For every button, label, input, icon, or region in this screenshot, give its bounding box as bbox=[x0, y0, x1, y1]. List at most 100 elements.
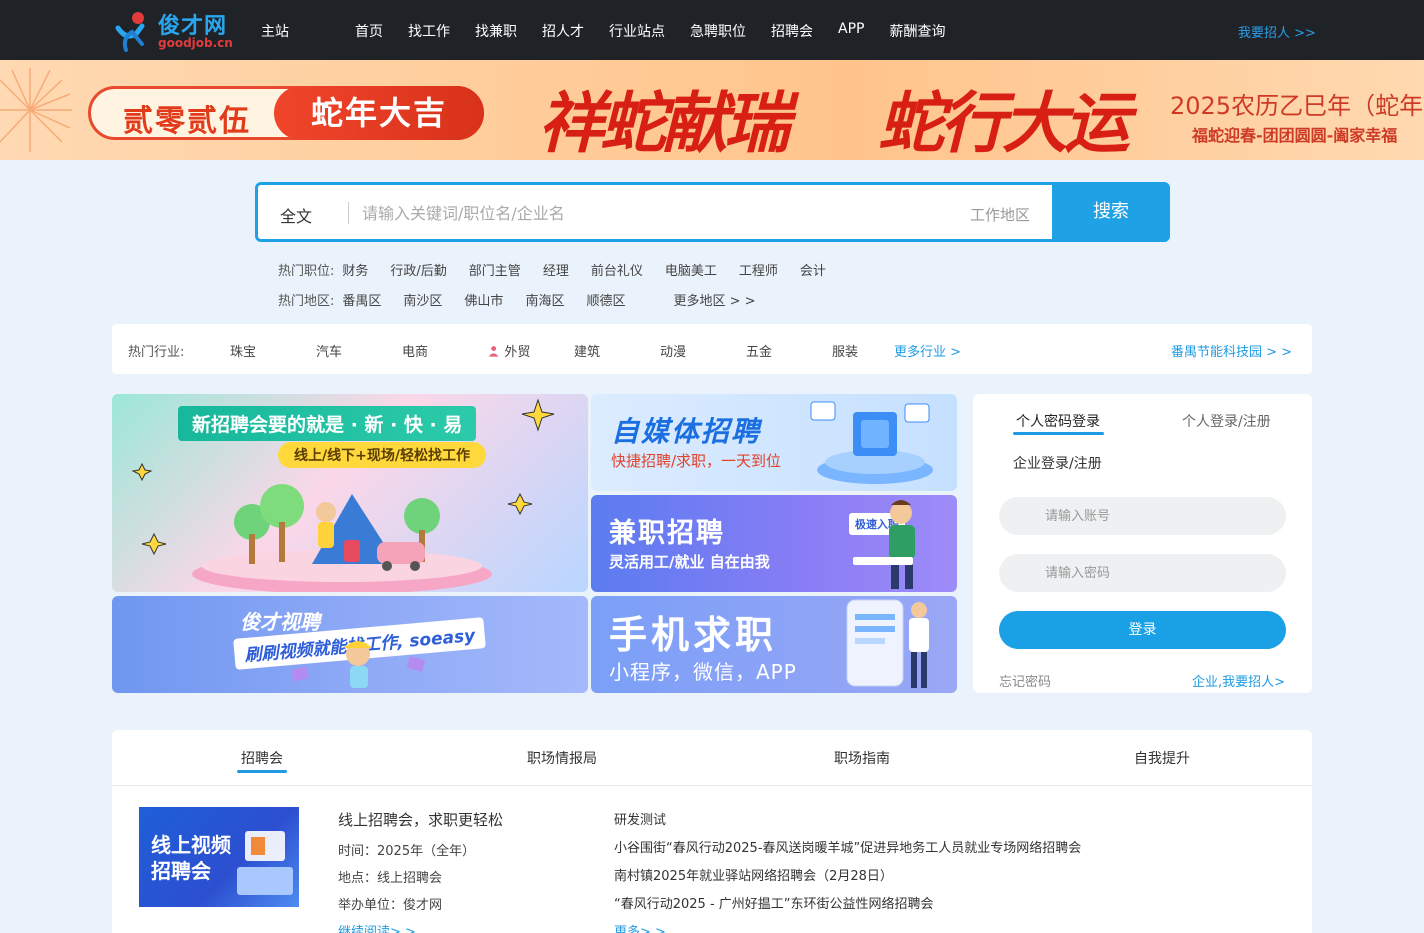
nav-industry-sites[interactable]: 行业站点 bbox=[609, 21, 665, 41]
nav-app[interactable]: APP bbox=[838, 21, 864, 41]
industry-link-label: 外贸 bbox=[504, 345, 531, 360]
job-fair-thumbnail[interactable]: 线上视频 招聘会 bbox=[139, 807, 299, 907]
calligraphy-greeting-1: 祥蛇献瑞 bbox=[538, 84, 790, 160]
job-fair-host: 举办单位：俊才网 bbox=[338, 898, 443, 913]
promo-tile-video-recruit[interactable]: 俊才视聘 刷刷视频就能找工作, soeasy bbox=[112, 596, 588, 693]
hot-job-link[interactable]: 工程师 bbox=[739, 260, 778, 279]
main-site-switch[interactable]: 主站 bbox=[261, 21, 289, 41]
nav-part-time[interactable]: 找兼职 bbox=[475, 21, 517, 41]
tile-subtitle: 快捷招聘/求职，一天到位 bbox=[611, 452, 782, 470]
hot-job-link[interactable]: 经理 bbox=[543, 260, 569, 279]
tab-workplace-intel[interactable]: 职场情报局 bbox=[527, 748, 597, 768]
tab-personal-login[interactable]: 个人登录/注册 bbox=[1182, 411, 1271, 431]
hot-area-link[interactable]: 番禺区 bbox=[342, 290, 381, 309]
top-navbar: 俊才网 goodjob.cn 主站 首页 找工作 找兼职 招人才 行业站点 急聘… bbox=[0, 0, 1424, 60]
tile-subtitle: 灵活用工/就业 自在由我 bbox=[609, 553, 770, 571]
industry-link[interactable]: 汽车 bbox=[316, 341, 402, 360]
read-more-link[interactable]: 继续阅读> > bbox=[338, 921, 503, 933]
news-panel: 招聘会 职场情报局 职场指南 自我提升 线上视频 招聘会 线上招聘会，求职更轻松… bbox=[112, 730, 1312, 933]
pill-greeting: 蛇年大吉 bbox=[274, 86, 484, 140]
company-recruit-link[interactable]: 企业,我要招人> bbox=[1192, 671, 1285, 690]
promo-tile-part-time[interactable]: 兼职招聘 灵活用工/就业 自在由我 极速入职 bbox=[591, 495, 957, 592]
industry-link[interactable]: 珠宝 bbox=[230, 341, 316, 360]
industry-link-foreign-trade[interactable]: 外贸 bbox=[488, 341, 574, 360]
login-button[interactable]: 登录 bbox=[999, 611, 1286, 649]
hot-jobs-label: 热门职位: bbox=[278, 264, 335, 279]
account-input[interactable] bbox=[999, 497, 1286, 535]
nav-find-job[interactable]: 找工作 bbox=[408, 21, 450, 41]
job-fair-place: 地点：线上招聘会 bbox=[338, 871, 443, 886]
search-type-select[interactable]: 全文 bbox=[280, 203, 312, 227]
main-nav: 首页 找工作 找兼职 招人才 行业站点 急聘职位 招聘会 APP 薪酬查询 bbox=[355, 21, 970, 41]
phone-illustration-icon bbox=[846, 599, 929, 688]
job-fair-time: 时间：2025年（全年） bbox=[338, 844, 476, 859]
job-fair-list-item[interactable]: 南村镇2025年就业驿站网络招聘会（2月28日） bbox=[614, 865, 1081, 884]
industry-link[interactable]: 五金 bbox=[746, 341, 832, 360]
active-tab-underline bbox=[237, 770, 287, 773]
password-input[interactable] bbox=[999, 554, 1286, 592]
tab-company-login[interactable]: 企业登录/注册 bbox=[1013, 453, 1102, 473]
worker-illustration-icon bbox=[853, 500, 915, 589]
promo-tile-job-fair[interactable]: 新招聘会要的就是 · 新 · 快 · 易 线上/线下+现场/轻松找工作 bbox=[112, 394, 588, 592]
industry-list: 珠宝 汽车 电商 外贸 建筑 动漫 五金 服装 bbox=[230, 341, 918, 360]
tile-title: 手机求职 bbox=[609, 613, 778, 657]
industry-link[interactable]: 建筑 bbox=[574, 341, 660, 360]
hot-area-link[interactable]: 顺德区 bbox=[586, 290, 625, 309]
logo-runner-icon bbox=[115, 12, 145, 52]
job-fair-list-item[interactable]: 小谷围街“春风行动2025-春风送岗暖羊城”促进异地务工人员就业专场网络招聘会 bbox=[614, 837, 1081, 856]
more-job-fairs-link[interactable]: 更多> > bbox=[614, 921, 1081, 933]
calligraphy-greeting-2: 蛇行大运 bbox=[878, 84, 1130, 160]
job-fair-list-item[interactable]: “春风行动2025 - 广州好揾工”东环街公益性网络招聘会 bbox=[614, 893, 1081, 912]
search-box: 全文 工作地区 搜索 bbox=[255, 182, 1170, 242]
promo-tile-media-recruit[interactable]: 自媒体招聘 快捷招聘/求职，一天到位 bbox=[591, 394, 957, 491]
nav-job-fair[interactable]: 招聘会 bbox=[771, 21, 813, 41]
new-year-banner[interactable]: 贰零贰伍 蛇年大吉 祥蛇献瑞 蛇行大运 2025农历乙巳年（蛇年） 福蛇迎春-团… bbox=[0, 60, 1424, 160]
more-industries-link[interactable]: 更多行业 > bbox=[894, 341, 961, 360]
hot-job-link[interactable]: 电脑美工 bbox=[665, 260, 717, 279]
search-input[interactable] bbox=[362, 197, 942, 229]
banner-year-text: 2025农历乙巳年（蛇年） bbox=[1170, 92, 1424, 120]
industry-link[interactable]: 电商 bbox=[402, 341, 488, 360]
nav-home[interactable]: 首页 bbox=[355, 21, 383, 41]
tab-workplace-guide[interactable]: 职场指南 bbox=[834, 748, 890, 768]
hot-areas: 热门地区: 番禺区 南沙区 佛山市 南海区 顺德区 更多地区 > > bbox=[278, 290, 778, 309]
industry-link[interactable]: 动漫 bbox=[660, 341, 746, 360]
more-areas-link[interactable]: 更多地区 > > bbox=[673, 290, 755, 309]
screens-illustration-icon bbox=[237, 831, 293, 895]
hot-job-link[interactable]: 会计 bbox=[800, 260, 826, 279]
hot-area-link[interactable]: 南海区 bbox=[525, 290, 564, 309]
work-area-select[interactable]: 工作地区 bbox=[970, 204, 1030, 225]
hot-job-link[interactable]: 行政/后勤 bbox=[390, 260, 446, 279]
hot-job-link[interactable]: 部门主管 bbox=[469, 260, 521, 279]
hot-area-link[interactable]: 佛山市 bbox=[464, 290, 503, 309]
login-panel: 个人密码登录 个人登录/注册 企业登录/注册 登录 忘记密码 企业,我要招人> bbox=[973, 394, 1312, 693]
tech-park-link[interactable]: 番禺节能科技园 > > bbox=[1171, 341, 1292, 360]
hot-area-link[interactable]: 南沙区 bbox=[403, 290, 442, 309]
recruit-link[interactable]: 我要招人 >> bbox=[1238, 22, 1316, 41]
tab-password-login[interactable]: 个人密码登录 bbox=[1016, 411, 1100, 431]
fair-illustration-icon bbox=[131, 398, 555, 592]
tile-subtitle: 小程序，微信，APP bbox=[609, 660, 797, 684]
job-fair-list-item[interactable]: 研发测试 bbox=[614, 809, 1081, 828]
job-fair-info: 线上招聘会，求职更轻松 时间：2025年（全年） 地点：线上招聘会 举办单位：俊… bbox=[338, 809, 503, 933]
data-cube-illustration-icon bbox=[810, 401, 933, 484]
person-icon bbox=[488, 345, 499, 357]
job-fair-title[interactable]: 线上招聘会，求职更轻松 bbox=[338, 809, 503, 830]
forgot-password-link[interactable]: 忘记密码 bbox=[999, 671, 1051, 690]
news-tabs: 招聘会 职场情报局 职场指南 自我提升 bbox=[112, 730, 1312, 786]
active-tab-underline bbox=[1013, 432, 1104, 435]
tab-self-improvement[interactable]: 自我提升 bbox=[1134, 748, 1190, 768]
nav-hire[interactable]: 招人才 bbox=[542, 21, 584, 41]
banner-subtitle: 福蛇迎春-团团圆圆-阖家幸福 bbox=[1192, 126, 1398, 145]
hot-job-link[interactable]: 前台礼仪 bbox=[591, 260, 643, 279]
search-button[interactable]: 搜索 bbox=[1052, 182, 1170, 242]
thumbnail-line-2: 招聘会 bbox=[151, 859, 211, 883]
nav-salary[interactable]: 薪酬查询 bbox=[889, 21, 945, 41]
hot-industry-bar: 热门行业: 珠宝 汽车 电商 外贸 建筑 动漫 五金 服装 更多行业 > 番禺节… bbox=[112, 324, 1312, 374]
industry-label: 热门行业: bbox=[128, 345, 185, 360]
nav-urgent-jobs[interactable]: 急聘职位 bbox=[690, 21, 746, 41]
promo-tile-mobile[interactable]: 手机求职 小程序，微信，APP bbox=[591, 596, 957, 693]
site-logo[interactable]: 俊才网 goodjob.cn bbox=[112, 6, 242, 54]
hot-job-link[interactable]: 财务 bbox=[342, 260, 368, 279]
tab-job-fair[interactable]: 招聘会 bbox=[241, 748, 283, 768]
